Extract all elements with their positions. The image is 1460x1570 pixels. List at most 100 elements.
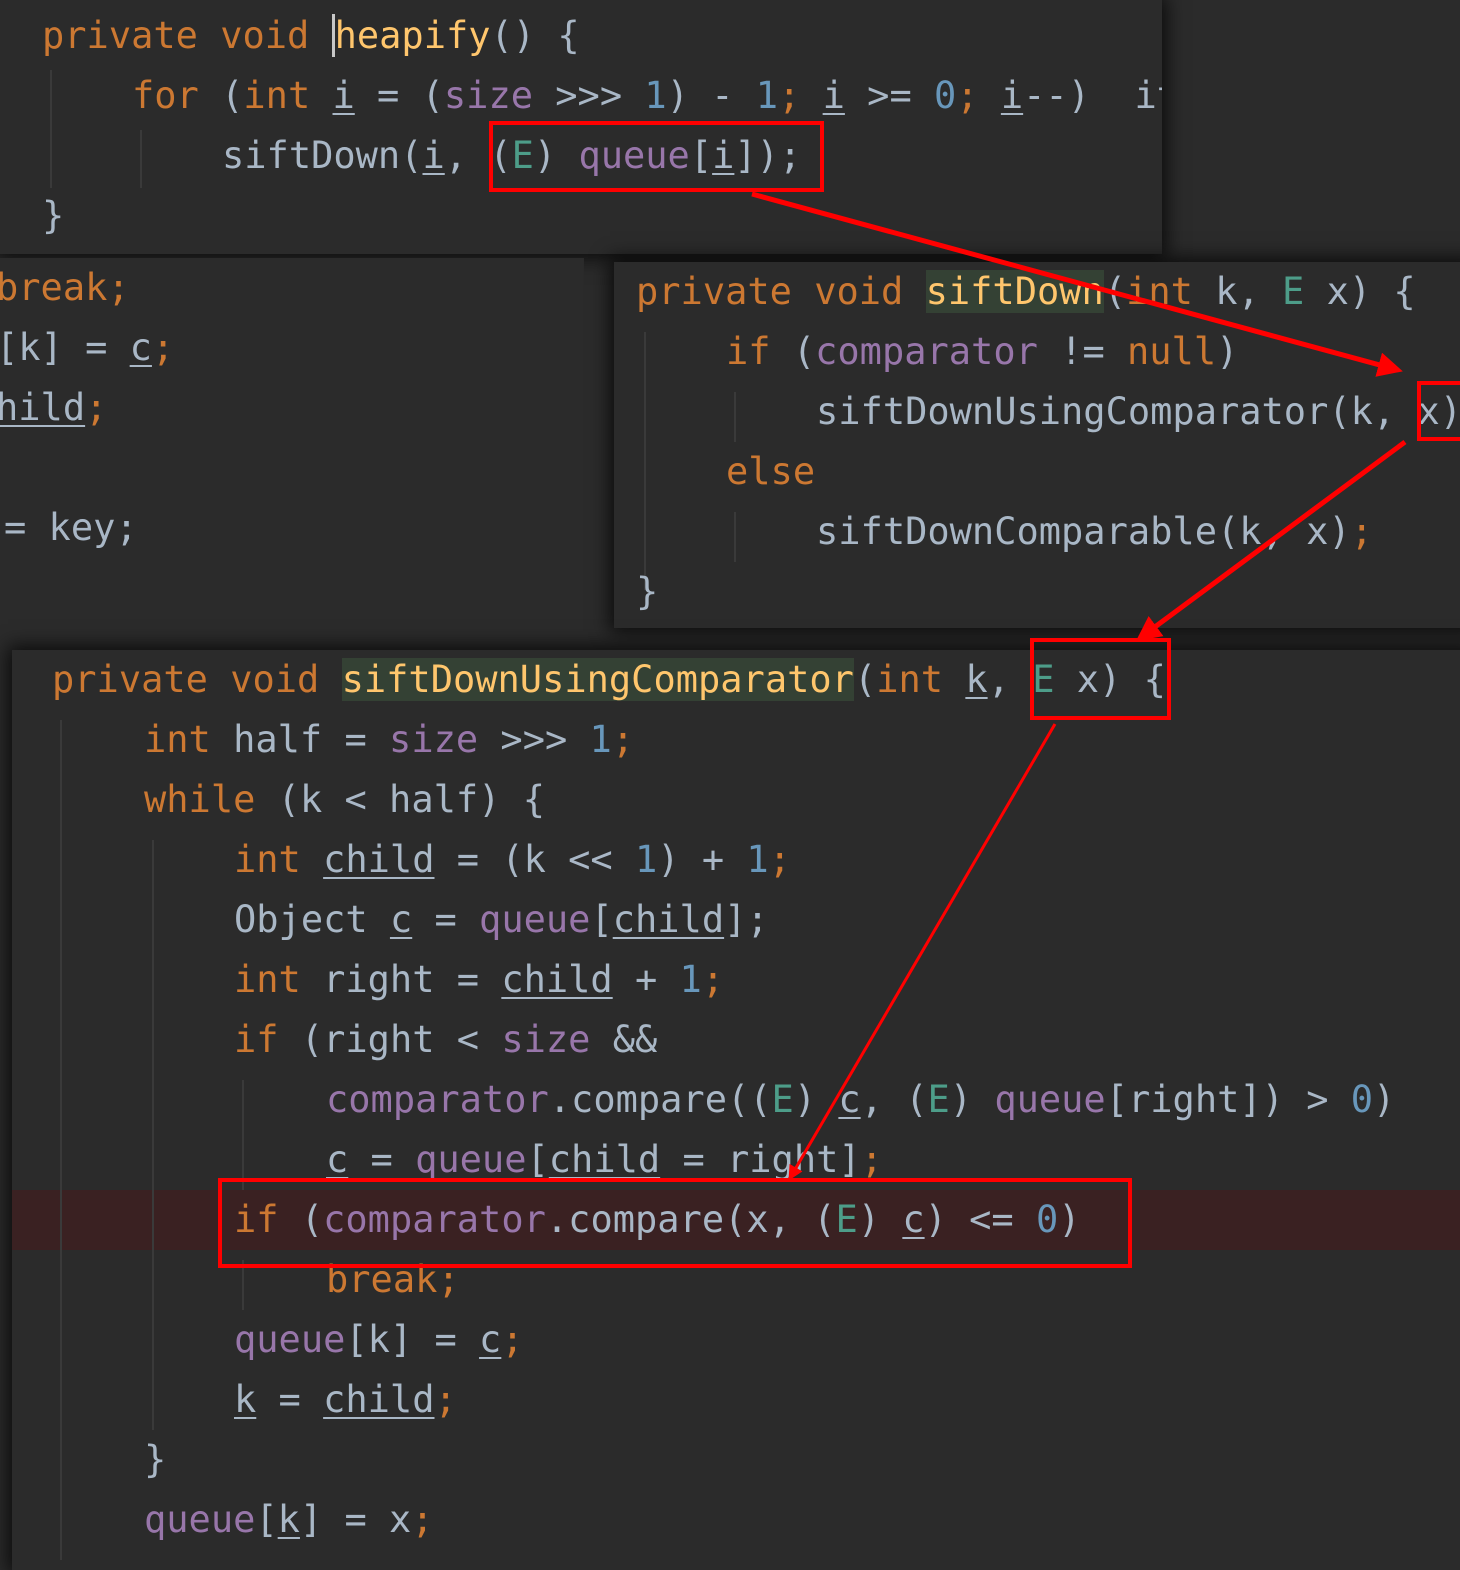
code-text: = (k << (434, 838, 635, 881)
number: 1 (589, 718, 612, 761)
code-text: ; (778, 74, 823, 117)
code-text: x) { (1054, 658, 1166, 701)
variable: child (548, 1138, 661, 1181)
code-line-object-c[interactable]: Object c = queue[child]; (234, 890, 769, 950)
code-text: ; (611, 718, 635, 761)
if-comparator-line[interactable]: if (comparator != null) (726, 322, 1238, 382)
variable: child (501, 958, 613, 1001)
variable: child (323, 1378, 435, 1421)
code-text: (k < half) { (255, 778, 545, 821)
field: size (501, 1018, 591, 1061)
type-parameter: E (927, 1078, 950, 1121)
code-text: [k] = (345, 1318, 480, 1361)
siftdown-call-line[interactable]: siftDown(i, (E) queue[i]); (222, 126, 801, 186)
method-name-siftdown[interactable]: siftDown (925, 270, 1104, 313)
code-text: ; (768, 838, 791, 881)
method-name-siftdownusingcomparator[interactable]: siftDownUsingComparator (341, 658, 854, 701)
code-text: ( (278, 1198, 324, 1241)
code-text: = key; (4, 506, 138, 549)
code-text: >= (844, 74, 935, 117)
number: 1 (755, 74, 779, 117)
type-parameter: E (771, 1078, 794, 1121)
variable: i (332, 74, 355, 117)
code-text: ; (1350, 510, 1373, 553)
variable: i (422, 134, 445, 177)
code-text: ) <= (924, 1198, 1036, 1241)
field: queue (415, 1138, 527, 1181)
code-text: ; (701, 958, 725, 1001)
code-text: ( (770, 330, 816, 373)
code-line-if-right[interactable]: if (right < size && (234, 1010, 657, 1070)
code-text: [k] = (0, 326, 130, 369)
code-line[interactable]: = key; (4, 498, 138, 558)
variable: child (612, 898, 725, 941)
number: 0 (1036, 1198, 1059, 1241)
variable: hild (0, 386, 86, 429)
code-line-break[interactable]: break; (326, 1250, 460, 1310)
code-text: >>> (533, 74, 645, 117)
code-line-queue-k[interactable]: queue[k] = c; (234, 1310, 524, 1370)
keyword: else (726, 450, 816, 493)
code-line-while[interactable]: while (k < half) { (144, 770, 545, 830)
number: 0 (934, 74, 957, 117)
code-text: Object (234, 898, 390, 941)
code-text: >>> (478, 718, 590, 761)
number: 1 (746, 838, 769, 881)
variable: i (822, 74, 845, 117)
code-line-assign-c[interactable]: c = queue[child = right]; (326, 1130, 883, 1190)
number: 1 (644, 74, 667, 117)
code-text: --) (1023, 74, 1135, 117)
code-line-queue-k-x[interactable]: queue[k] = x; (144, 1490, 434, 1550)
code-line-k-child[interactable]: k = child; (234, 1370, 457, 1430)
code-text: = (412, 898, 480, 941)
code-text: ( (1103, 270, 1127, 313)
indent-guide (242, 1080, 244, 1190)
code-line[interactable]: [k] = c; (0, 318, 174, 378)
heapify-declaration-line[interactable]: private void heapify() { (42, 6, 580, 66)
code-text: , ( (860, 1078, 928, 1121)
code-text: [right]) > (1105, 1078, 1351, 1121)
code-line-right[interactable]: int right = child + 1; (234, 950, 724, 1010)
else-line[interactable]: else (726, 442, 815, 502)
closing-brace-line[interactable]: } (636, 562, 658, 622)
keyword: int (876, 658, 944, 701)
method-name-heapify[interactable]: heapify (331, 14, 491, 57)
field: comparator (326, 1078, 549, 1121)
code-text: ) (793, 1078, 839, 1121)
siftdown-using-comparator-declaration[interactable]: private void siftDownUsingComparator(int… (52, 650, 1166, 710)
code-text: + (612, 958, 680, 1001)
keyword: private void (636, 270, 926, 313)
code-line[interactable]: break; (0, 258, 130, 318)
code-text: ) (1058, 1198, 1081, 1241)
type-parameter: E (1282, 270, 1305, 313)
code-line-child[interactable]: int child = (k << 1) + 1; (234, 830, 791, 890)
for-loop-line[interactable]: for (int i = (size >>> 1) - 1; i >= 0; i… (132, 66, 1162, 126)
siftdown-code-panel: private void siftDown(int k, E x) { if (… (614, 262, 1460, 628)
variable: k (277, 1498, 300, 1541)
siftdown-comparable-call-line[interactable]: siftDownComparable(k, x); (816, 502, 1373, 562)
indent-guide (734, 392, 736, 442)
heapify-code-panel: private void heapify() { for (int i = (s… (0, 0, 1162, 254)
siftdown-declaration-line[interactable]: private void siftDown(int k, E x) { (636, 262, 1416, 322)
keyword: if (726, 330, 771, 373)
variable: c (129, 326, 152, 369)
code-text: [ (526, 1138, 549, 1181)
code-line-close-while[interactable]: } (144, 1430, 166, 1490)
code-line[interactable]: hild; (0, 378, 107, 438)
code-line-compare-right[interactable]: comparator.compare((E) c, (E) queue[righ… (326, 1070, 1395, 1130)
code-line-if-compare-x[interactable]: if (comparator.compare(x, (E) c) <= 0) (234, 1190, 1081, 1250)
code-text: ] = x (299, 1498, 412, 1541)
variable: c (326, 1138, 349, 1181)
number: 0 (1350, 1078, 1374, 1121)
code-text: [ (590, 898, 613, 941)
code-line-half[interactable]: int half = size >>> 1; (144, 710, 634, 770)
siftdown-using-comparator-call-line[interactable]: siftDownUsingComparator(k, x) (816, 382, 1460, 442)
indent-guide (50, 70, 52, 188)
code-text: = ( (354, 74, 444, 117)
type-parameter: E (835, 1198, 858, 1241)
field: size (443, 74, 533, 117)
code-text: .compare(( (548, 1078, 772, 1121)
closing-brace-line[interactable]: } (42, 186, 64, 246)
variable: child (323, 838, 435, 881)
